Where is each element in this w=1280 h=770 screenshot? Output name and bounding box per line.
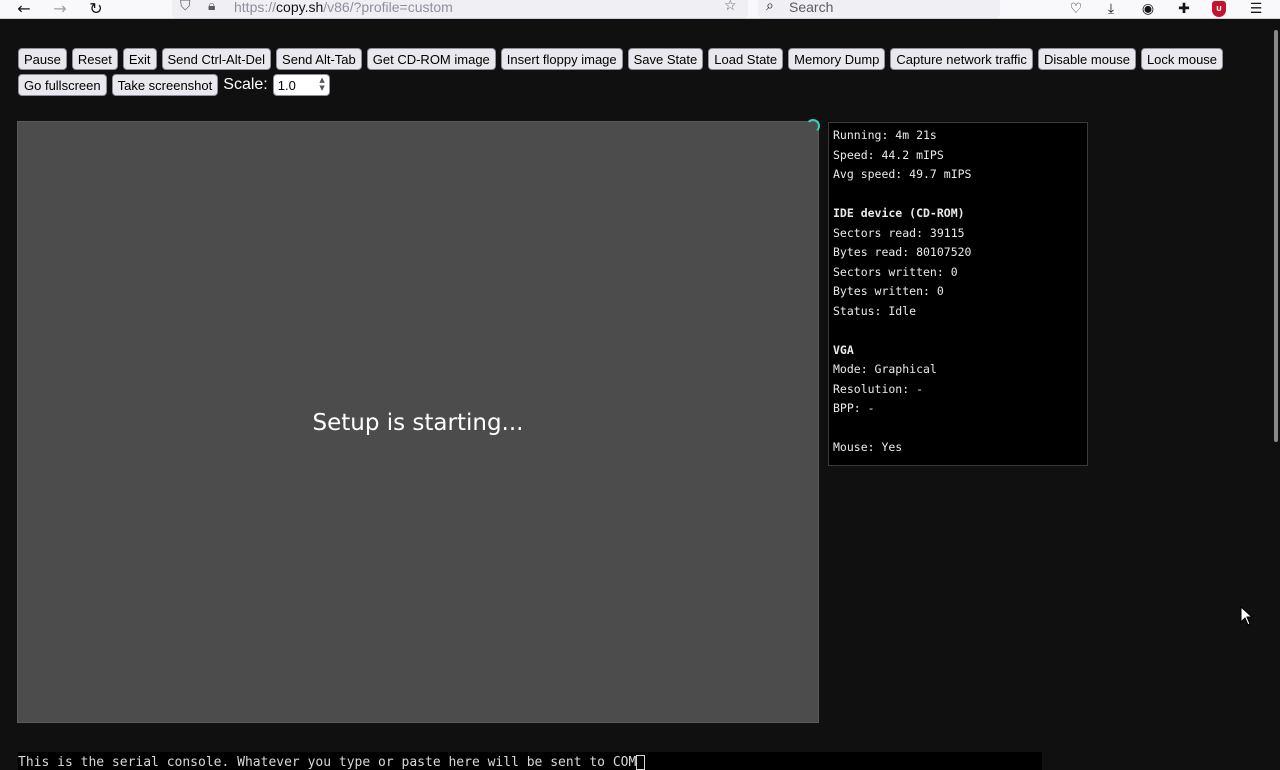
info-panel: Running: 4m 21s Speed: 44.2 mIPS Avg spe… xyxy=(828,122,1088,466)
serial-console[interactable]: This is the serial console. Whatever you… xyxy=(18,752,1042,770)
shield-icon[interactable]: ⛉ xyxy=(180,0,191,14)
go-fullscreen-button[interactable]: Go fullscreen xyxy=(18,74,107,96)
send-alt-tab-button[interactable]: Send Alt-Tab xyxy=(276,48,362,70)
send-ctrl-alt-del-button[interactable]: Send Ctrl-Alt-Del xyxy=(161,48,272,70)
page-scrollbar[interactable] xyxy=(1274,30,1278,442)
vga-mode: Mode: Graphical xyxy=(833,362,937,376)
reload-icon[interactable]: ↻ xyxy=(82,0,110,18)
url-text[interactable]: https://copy.sh/v86/?profile=custom xyxy=(234,0,453,15)
disable-mouse-button[interactable]: Disable mouse xyxy=(1037,48,1136,70)
sectors-read: Sectors read: 39115 xyxy=(833,225,965,240)
insert-floppy-image-button[interactable]: Insert floppy image xyxy=(500,48,623,70)
search-icon: ⌕ xyxy=(766,0,774,14)
pocket-icon[interactable]: ♡ xyxy=(1064,0,1088,18)
search-placeholder: Search xyxy=(789,0,834,15)
ide-status: Status: Idle xyxy=(833,303,917,318)
scale-label: Scale: xyxy=(223,76,268,93)
busy-spinner-icon xyxy=(806,119,820,133)
vga-heading: VGA xyxy=(833,342,854,357)
url-scheme: https:// xyxy=(234,0,277,15)
take-screenshot-button[interactable]: Take screenshot xyxy=(111,74,219,96)
mouse-status: Mouse: Yes xyxy=(833,440,903,454)
star-icon[interactable]: ☆ xyxy=(724,0,737,14)
menu-icon[interactable]: ☰ xyxy=(1244,0,1268,18)
setup-message: Setup is starting... xyxy=(312,410,524,436)
url-path: /v86/?profile=custom xyxy=(323,0,453,15)
ide-heading: IDE device (CD-ROM) xyxy=(833,206,965,220)
vga-bpp: BPP: - xyxy=(833,401,875,415)
reset-button[interactable]: Reset xyxy=(71,48,118,70)
pause-button[interactable]: Pause xyxy=(18,48,67,70)
get-cdrom-image-button[interactable]: Get CD-ROM image xyxy=(366,48,496,70)
vga-resolution: Resolution: - xyxy=(833,381,924,396)
memory-dump-button[interactable]: Memory Dump xyxy=(788,48,886,70)
browser-toolbar: ← → ↻ ⛉ 🔒︎ https://copy.sh/v86/?profile=… xyxy=(0,0,1280,19)
account-icon[interactable]: ◉ xyxy=(1136,0,1160,18)
download-icon[interactable]: ⤓ xyxy=(1099,0,1123,18)
running-time: Running: 4m 21s xyxy=(833,128,937,142)
lock-icon[interactable]: 🔒︎ xyxy=(208,0,215,14)
vm-screen[interactable]: Setup is starting... xyxy=(17,119,820,723)
avg-speed: Avg speed: 49.7 mIPS xyxy=(833,167,972,181)
ublock-icon[interactable]: U xyxy=(1207,0,1231,18)
scale-value: 1.0 xyxy=(277,78,296,93)
search-bar[interactable]: ⌕ Search xyxy=(758,0,1000,18)
ublock-badge: U xyxy=(1212,1,1226,17)
url-host: copy.sh xyxy=(276,0,324,15)
load-state-button[interactable]: Load State xyxy=(708,48,784,70)
lock-mouse-button[interactable]: Lock mouse xyxy=(1140,48,1224,70)
capture-network-traffic-button[interactable]: Capture network traffic xyxy=(890,48,1033,70)
scale-input[interactable]: 1.0 ▲ ▼ xyxy=(272,74,330,96)
save-state-button[interactable]: Save State xyxy=(627,48,704,70)
url-bar[interactable]: ⛉ 🔒︎ https://copy.sh/v86/?profile=custom… xyxy=(172,0,748,18)
bytes-read: Bytes read: 80107520 xyxy=(833,245,972,259)
back-arrow-icon[interactable]: ← xyxy=(10,0,38,18)
extensions-icon[interactable]: ✚ xyxy=(1172,0,1196,18)
speed: Speed: 44.2 mIPS xyxy=(833,147,944,162)
mouse-pointer-icon xyxy=(1240,606,1254,626)
sectors-written: Sectors written: 0 xyxy=(833,264,958,279)
forward-arrow-icon[interactable]: → xyxy=(46,0,74,18)
bytes-written: Bytes written: 0 xyxy=(833,284,944,298)
exit-button[interactable]: Exit xyxy=(122,48,157,70)
spinner-arrows-icon[interactable]: ▲ ▼ xyxy=(319,76,324,92)
emulator-controls: Pause Reset Exit Send Ctrl-Alt-Del Send … xyxy=(18,48,1258,96)
